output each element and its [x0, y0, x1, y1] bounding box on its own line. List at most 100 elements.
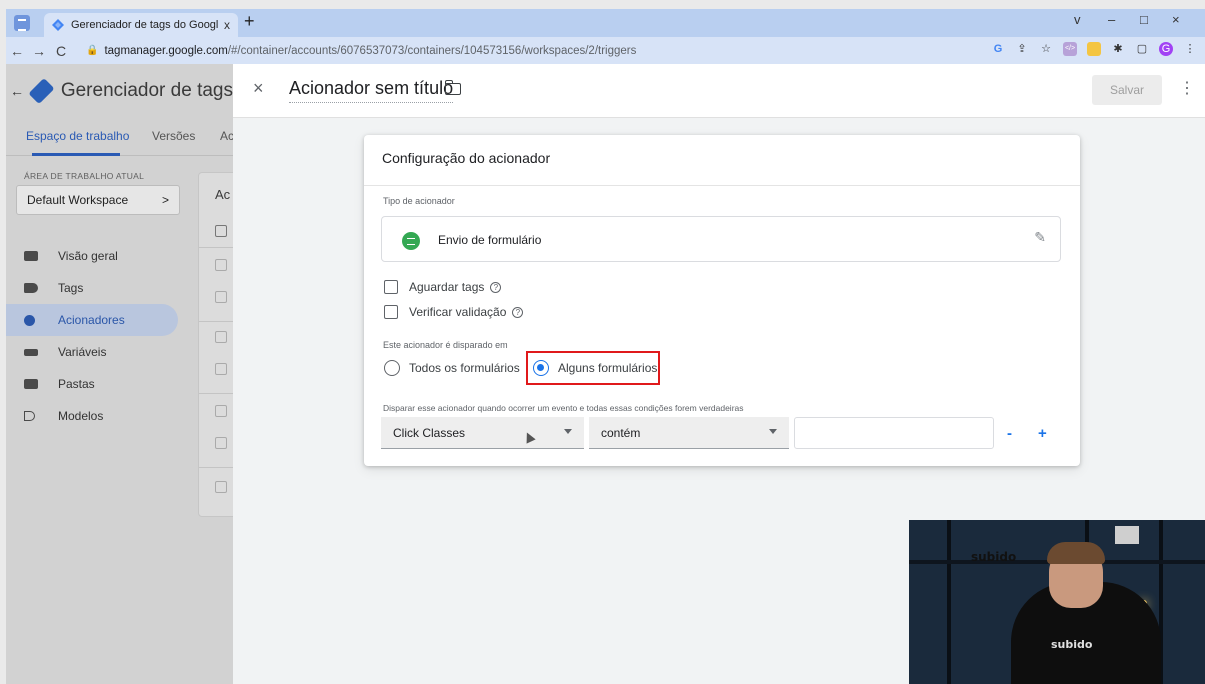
shelf-decoration: [1115, 526, 1139, 544]
radio-all-forms[interactable]: Todos os formulários: [384, 360, 520, 376]
briefcase-icon: [24, 251, 38, 261]
trigger-type-value: Envio de formulário: [438, 233, 542, 247]
nav-item-label: Pastas: [58, 377, 95, 391]
toolbar-extensions: G ⇪ ☆ </> ✱ ▢ G ⋮: [991, 42, 1197, 56]
condition-operator-select[interactable]: contém: [589, 417, 789, 449]
divider: [364, 185, 1080, 186]
row-checkbox[interactable]: [215, 437, 227, 449]
gtm-title: Gerenciador de tags: [60, 80, 233, 101]
address-bar: ← → C 🔒 tagmanager.google.com/#/containe…: [6, 37, 1205, 64]
screen: Gerenciador de tags do Google x + v – □ …: [0, 0, 1205, 684]
maximize-icon[interactable]: □: [1140, 12, 1148, 27]
workspace-selector[interactable]: Default Workspace >: [16, 185, 180, 215]
back-icon[interactable]: ←: [6, 43, 28, 59]
tab-list-icon[interactable]: v: [1074, 12, 1081, 27]
url-path: /#/container/accounts/6076537073/contain…: [227, 44, 637, 57]
nav-item-triggers[interactable]: Acionadores: [6, 304, 178, 336]
devtools-extension-icon[interactable]: </>: [1063, 42, 1077, 56]
check-validation-checkbox[interactable]: [384, 305, 398, 319]
wait-tags-label: Aguardar tags: [409, 280, 485, 294]
new-tab-button[interactable]: +: [244, 11, 255, 32]
row-checkbox[interactable]: [215, 331, 227, 343]
save-button[interactable]: Salvar: [1092, 75, 1162, 105]
radio-all-forms-label: Todos os formulários: [409, 361, 520, 375]
url-field[interactable]: tagmanager.google.com/#/container/accoun…: [104, 45, 636, 57]
forward-icon[interactable]: →: [28, 43, 50, 59]
radio-all-forms-button[interactable]: [384, 360, 400, 376]
tab-workspace[interactable]: Espaço de trabalho: [26, 129, 129, 143]
select-all-checkbox[interactable]: [215, 225, 227, 237]
url-host: tagmanager.google.com: [104, 44, 228, 57]
bookmark-star-icon[interactable]: ☆: [1039, 42, 1053, 56]
gtm-favicon-icon: [52, 19, 64, 31]
workspace-name: Default Workspace: [27, 193, 129, 207]
variables-icon: [24, 348, 38, 356]
lock-icon[interactable]: 🔒: [86, 45, 98, 56]
wait-tags-option[interactable]: Aguardar tags ?: [384, 280, 502, 294]
condition-variable-select[interactable]: Click Classes: [381, 417, 584, 449]
edit-pencil-icon[interactable]: ✎: [1034, 229, 1046, 246]
divider: [199, 247, 233, 248]
trigger-name-field[interactable]: Acionador sem título: [289, 78, 454, 103]
divider: [199, 321, 233, 322]
browser-tab[interactable]: Gerenciador de tags do Google x: [44, 13, 238, 37]
tab-close-icon[interactable]: x: [224, 18, 230, 32]
browser-menu-icon[interactable]: ⋮: [1183, 42, 1197, 56]
gtm-logo-icon: [28, 78, 55, 104]
row-checkbox[interactable]: [215, 481, 227, 493]
condition-value-input[interactable]: [794, 417, 994, 449]
editor-header: × Acionador sem título Salvar ⋮: [233, 64, 1205, 118]
condition-label: Disparar esse acionador quando ocorrer u…: [383, 403, 744, 413]
dropdown-arrow-icon: [564, 429, 572, 434]
gtm-sidebar: ← Gerenciador de tags Espaço de trabalho…: [6, 64, 233, 684]
gtm-tabs: Espaço de trabalho Versões Ac: [6, 118, 233, 156]
fires-on-label: Este acionador é disparado em: [383, 340, 508, 350]
profile-avatar-icon[interactable]: G: [1159, 42, 1173, 56]
help-icon[interactable]: ?: [490, 281, 502, 293]
check-validation-option[interactable]: Verificar validação ?: [384, 305, 524, 319]
tab-admin[interactable]: Ac: [220, 129, 233, 143]
workspace-label: ÁREA DE TRABALHO ATUAL: [24, 171, 145, 181]
shelf-logo: subido: [971, 550, 1017, 564]
back-arrow-icon[interactable]: ←: [10, 83, 26, 99]
card-title: Configuração do acionador: [382, 150, 551, 166]
active-tab-indicator: [32, 153, 120, 156]
dropdown-arrow-icon: [769, 429, 777, 434]
nav-item-label: Tags: [58, 281, 84, 295]
tab-search-icon[interactable]: [14, 15, 30, 31]
remove-condition-button[interactable]: -: [1007, 425, 1012, 442]
folder-icon: [24, 379, 38, 389]
share-icon[interactable]: ⇪: [1015, 42, 1029, 56]
tab-title: Gerenciador de tags do Google: [71, 19, 218, 31]
close-icon[interactable]: ×: [253, 78, 264, 99]
reload-icon[interactable]: C: [50, 43, 72, 59]
row-checkbox[interactable]: [215, 259, 227, 271]
nav-item-label: Acionadores: [58, 313, 125, 327]
wait-tags-checkbox[interactable]: [384, 280, 398, 294]
sidepanel-icon[interactable]: ▢: [1135, 42, 1149, 56]
condition-operator-value: contém: [601, 425, 641, 440]
chevron-right-icon: >: [161, 193, 169, 207]
google-icon[interactable]: G: [991, 42, 1005, 56]
tag-icon: [24, 283, 38, 293]
trigger-type-selector[interactable]: Envio de formulário ✎: [381, 216, 1061, 262]
tab-versions[interactable]: Versões: [152, 129, 195, 143]
presenter-hair: [1047, 542, 1105, 564]
triggers-list-card: Ac: [198, 172, 233, 517]
extension-icon[interactable]: [1087, 42, 1101, 56]
minimize-icon[interactable]: –: [1108, 12, 1115, 27]
row-checkbox[interactable]: [215, 363, 227, 375]
condition-variable-value: Click Classes: [393, 425, 466, 440]
template-icon: [24, 411, 35, 421]
check-validation-label: Verificar validação: [409, 305, 507, 319]
close-window-icon[interactable]: ×: [1172, 12, 1180, 27]
row-checkbox[interactable]: [215, 405, 227, 417]
folder-icon[interactable]: [444, 80, 461, 95]
more-options-icon[interactable]: ⋮: [1179, 78, 1195, 98]
add-condition-button[interactable]: +: [1038, 425, 1047, 442]
gtm-header: ← Gerenciador de tags: [6, 64, 233, 118]
puzzle-icon[interactable]: ✱: [1111, 42, 1125, 56]
row-checkbox[interactable]: [215, 291, 227, 303]
trigger-icon: [24, 314, 35, 326]
help-icon[interactable]: ?: [512, 306, 524, 318]
